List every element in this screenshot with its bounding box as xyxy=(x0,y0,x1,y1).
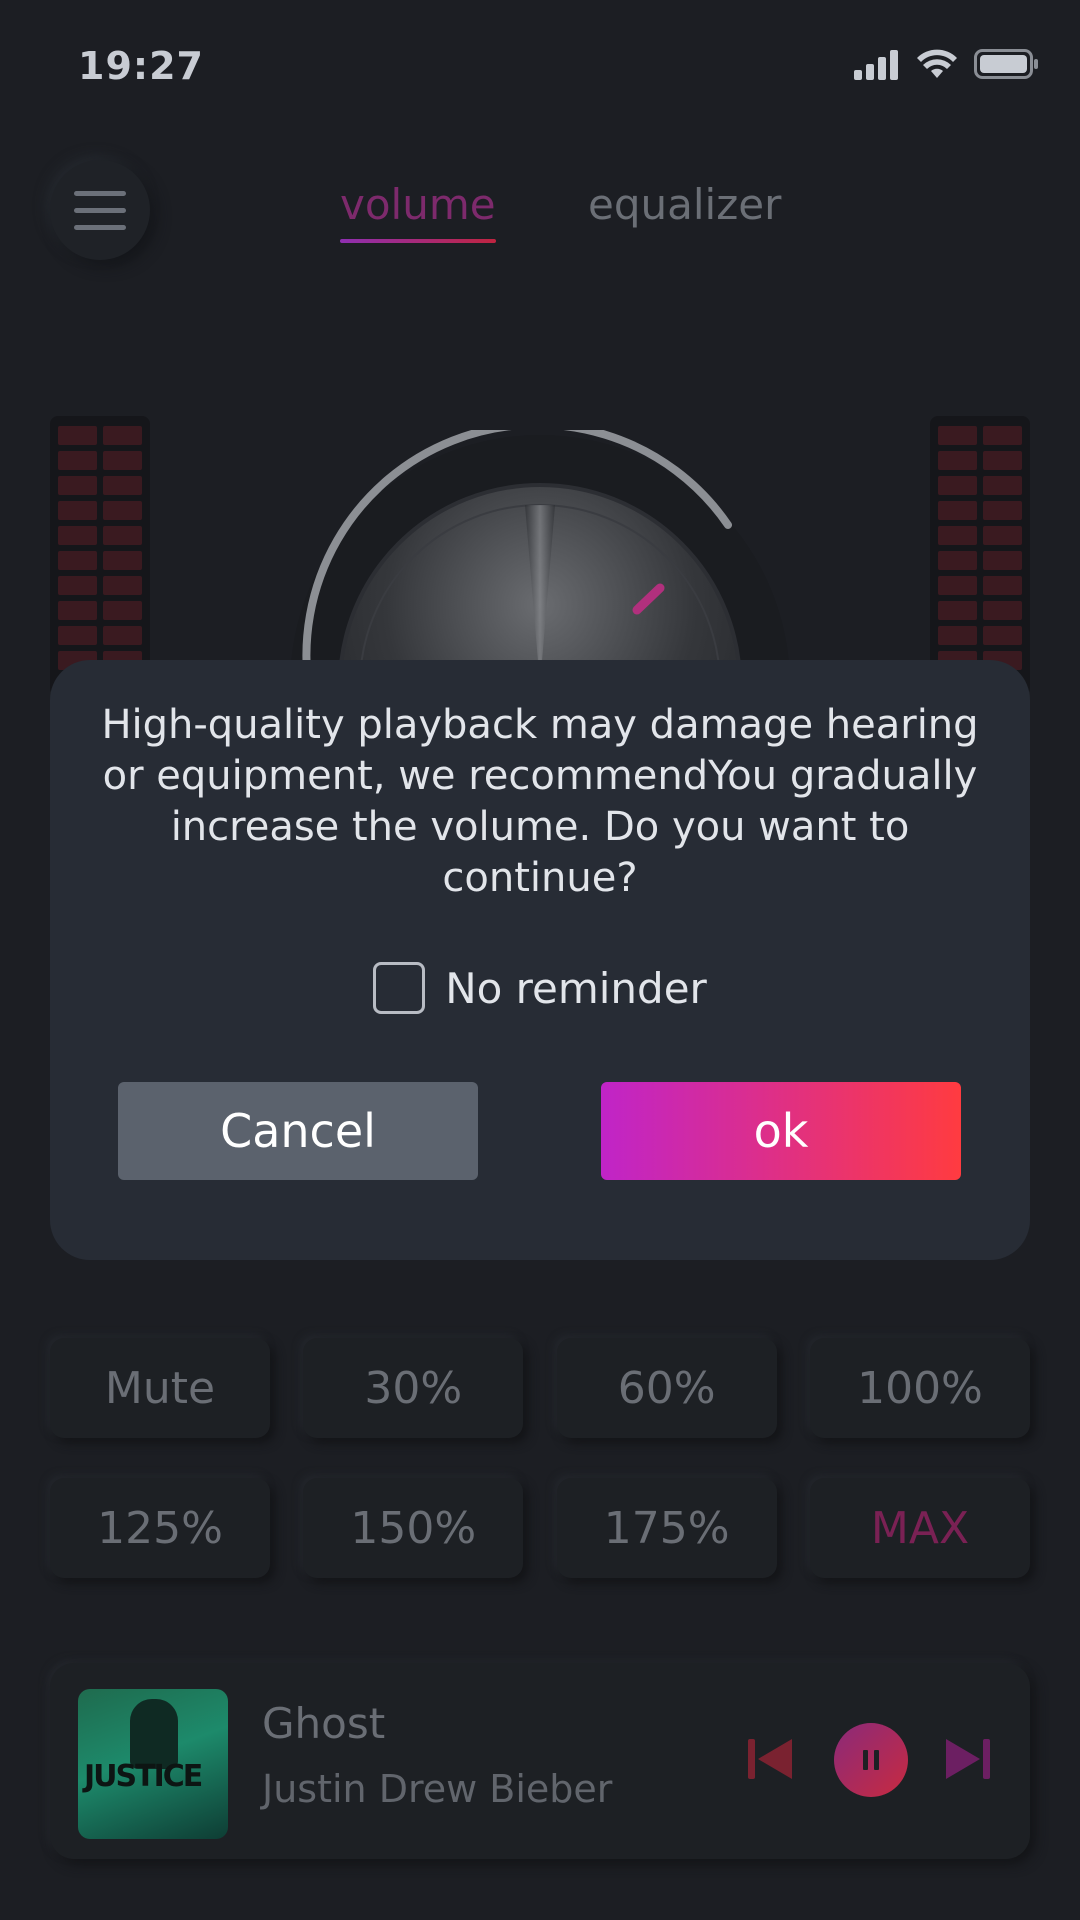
ok-button[interactable]: ok xyxy=(601,1082,961,1180)
no-reminder-label: No reminder xyxy=(445,963,707,1013)
dialog-message: High-quality playback may damage hearing… xyxy=(101,702,979,901)
no-reminder-checkbox[interactable] xyxy=(373,962,426,1014)
volume-warning-dialog: High-quality playback may damage hearing… xyxy=(50,660,1030,1260)
no-reminder-option[interactable]: No reminder xyxy=(50,962,1030,1014)
cancel-button[interactable]: Cancel xyxy=(118,1082,478,1180)
